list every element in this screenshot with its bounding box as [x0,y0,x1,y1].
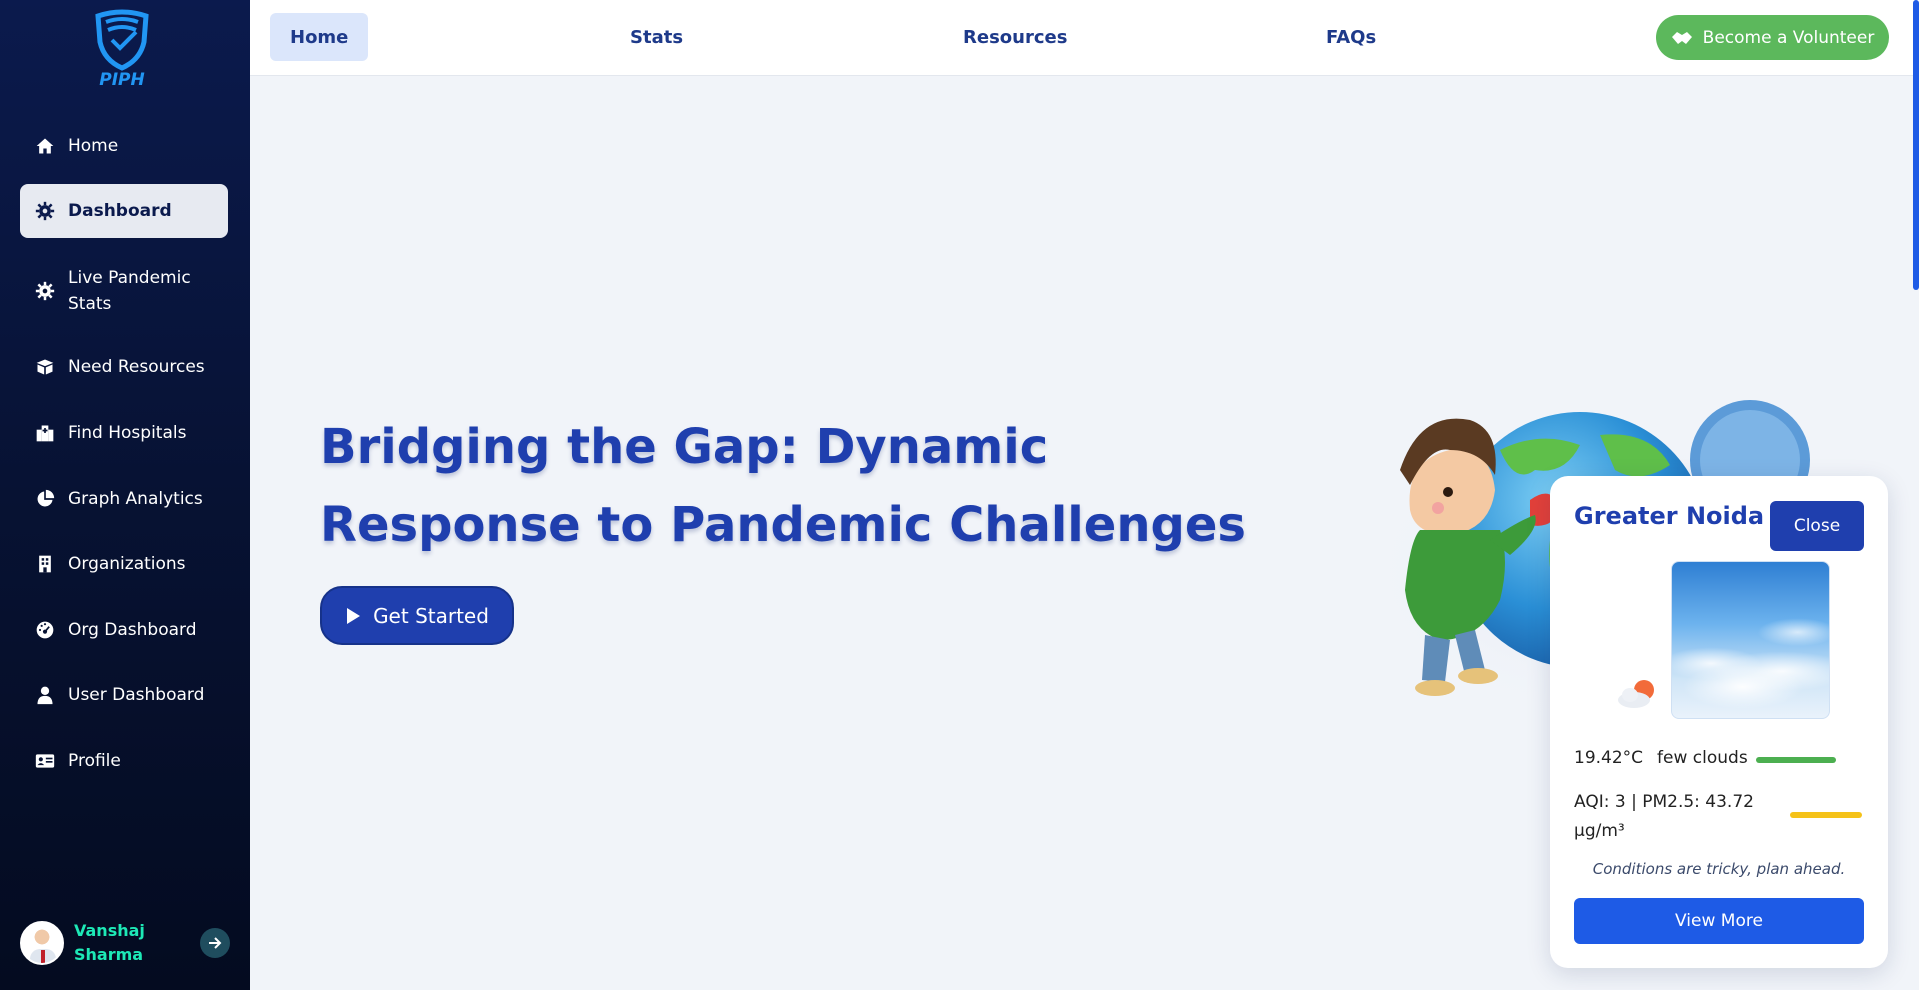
sidebar-item-graph-analytics[interactable]: Graph Analytics [20,472,228,526]
sidebar-item-organizations[interactable]: Organizations [20,537,228,591]
handshake-icon [1671,31,1692,44]
sidebar-item-label: Dashboard [68,201,172,221]
user-name: Vanshaj Sharma [74,921,145,964]
topnav-faqs-link[interactable]: FAQs [1306,13,1396,61]
weather-condition: few clouds [1657,748,1748,768]
topnav-stats-link[interactable]: Stats [610,13,703,61]
volunteer-label: Become a Volunteer [1702,27,1875,48]
logo-text: PIPH [99,70,145,90]
sidebar-item-dashboard[interactable]: Dashboard [20,184,228,238]
gear-icon [34,200,56,222]
topnav-home-link[interactable]: Home [270,13,369,61]
get-started-label: Get Started [373,603,489,628]
close-button[interactable]: Close [1770,501,1864,551]
temperature-indicator-bar [1756,757,1836,763]
sidebar-item-label: Home [68,136,119,156]
sidebar-item-profile[interactable]: Profile [20,734,228,788]
weather-city: Greater Noida [1574,502,1765,530]
top-navbar: Home Stats Resources FAQs Become a Volun… [250,0,1919,76]
weather-tip: Conditions are tricky, plan ahead. [1592,860,1846,878]
aqi-text: AQI: 3 | PM2.5: 43.72 µg/m³ [1574,792,1754,841]
user-profile-block: Vanshaj Sharma [20,918,230,968]
page-scrollbar[interactable] [1913,0,1919,290]
get-started-button[interactable]: Get Started [320,586,514,645]
sidebar-item-live-pandemic-stats[interactable]: Live Pandemic Stats [20,263,228,319]
topnav-resources-link[interactable]: Resources [943,13,1087,61]
temperature-value: 19.42°C [1574,748,1644,768]
sidebar-item-user-dashboard[interactable]: User Dashboard [20,668,228,722]
partly-cloudy-icon [1618,680,1654,708]
piph-logo[interactable]: PIPH [92,8,152,94]
box-icon [34,356,56,378]
gauge-icon [34,619,56,641]
building-icon [34,553,56,575]
id-card-icon [34,750,56,772]
sidebar-item-label: Live Pandemic Stats [68,268,191,314]
sidebar-item-find-hospitals[interactable]: Find Hospitals [20,406,228,460]
sidebar-item-label: Graph Analytics [68,489,203,509]
avatar[interactable] [20,921,64,965]
sidebar-item-need-resources[interactable]: Need Resources [20,340,228,394]
sidebar-item-label: Org Dashboard [68,620,197,640]
sidebar-item-home[interactable]: Home [20,119,228,173]
sidebar-item-label: Need Resources [68,357,205,377]
sidebar-item-label: Find Hospitals [68,423,187,443]
gear-icon [34,280,56,302]
aqi-indicator-bar [1790,812,1862,818]
weather-card: Greater Noida Close 19.42°C few clouds A… [1550,476,1888,968]
sidebar-item-label: Profile [68,751,121,771]
home-icon [34,135,56,157]
sidebar-item-label: Organizations [68,554,186,574]
sidebar-item-org-dashboard[interactable]: Org Dashboard [20,603,228,657]
temperature-row: 19.42°C few clouds [1574,748,1748,768]
sidebar: PIPH Home Dashboard Live Pandemic Stats … [0,0,250,990]
play-icon [347,607,361,624]
hero-title: Bridging the Gap: Dynamic Response to Pa… [320,419,1246,553]
view-more-button[interactable]: View More [1574,898,1864,944]
user-icon [34,684,56,706]
become-volunteer-button[interactable]: Become a Volunteer [1656,15,1889,60]
shield-logo-icon [95,9,149,71]
arrow-right-icon [209,937,222,949]
sidebar-item-label: User Dashboard [68,685,205,705]
sky-image [1671,561,1830,719]
pie-chart-icon [34,488,56,510]
logout-arrow-button[interactable] [200,928,230,958]
hospital-icon [34,422,56,444]
